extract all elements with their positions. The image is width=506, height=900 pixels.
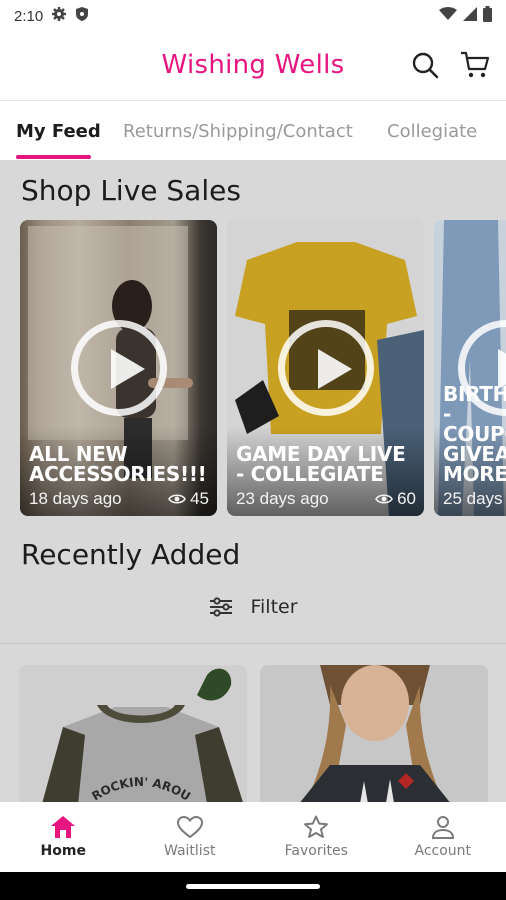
home-gesture-handle[interactable]: [186, 884, 320, 889]
cart-button[interactable]: [460, 50, 490, 80]
sliders-icon: [210, 597, 233, 617]
status-time: 2:10: [14, 7, 44, 25]
shield-icon: [75, 6, 89, 26]
recently-added-heading: Recently Added: [21, 538, 241, 571]
live-sale-age: 23 days ago: [236, 489, 329, 508]
divider: [0, 643, 506, 644]
nav-favorites-label: Favorites: [284, 843, 348, 859]
cart-icon: [461, 51, 490, 78]
product-image: [260, 665, 488, 802]
live-sale-views: 60: [397, 489, 416, 508]
live-sale-card[interactable]: BIRTHD - Coupo Giveaw More! 25 days: [434, 220, 506, 516]
nav-account[interactable]: Account: [380, 802, 506, 872]
live-sale-age: 25 days: [443, 489, 503, 508]
status-bar: 2:10: [0, 0, 506, 32]
nav-account-label: Account: [414, 843, 472, 859]
app-header: Wishing Wells: [0, 32, 506, 100]
search-icon: [412, 52, 439, 79]
nav-favorites[interactable]: Favorites: [253, 802, 380, 872]
live-sale-card[interactable]: GAME DAY LIVE - COLLEGIATE 23 days ago 6…: [227, 220, 424, 516]
eye-icon: [375, 494, 394, 504]
signal-icon: [463, 7, 477, 25]
filter-button[interactable]: Filter: [0, 585, 506, 629]
home-icon: [51, 816, 76, 838]
search-button[interactable]: [410, 50, 440, 80]
nav-waitlist-label: Waitlist: [164, 843, 216, 859]
battery-icon: [483, 6, 492, 26]
feed-content: Shop Live Sales ALL NEW ACCESSORIES!!! 1…: [0, 160, 506, 802]
system-gesture-bar: [0, 872, 506, 900]
bottom-nav: Home Waitlist Favorites Account: [0, 802, 506, 872]
product-card[interactable]: [260, 665, 488, 802]
wifi-icon: [439, 7, 457, 25]
heart-icon: [176, 815, 203, 839]
tab-collegiate[interactable]: Collegiate: [387, 121, 477, 142]
star-icon: [304, 815, 329, 838]
feed-tabs: My Feed Returns/Shipping/Contact Collegi…: [0, 100, 506, 160]
active-tab-indicator: [16, 155, 91, 159]
nav-home-label: Home: [40, 843, 86, 859]
filter-label: Filter: [250, 596, 298, 618]
nav-waitlist[interactable]: Waitlist: [127, 802, 254, 872]
live-sale-title: BIRTHD - Coupo Giveaw More!: [443, 382, 506, 486]
live-sale-card[interactable]: ALL NEW ACCESSORIES!!! 18 days ago 45: [20, 220, 217, 516]
eye-icon: [168, 494, 187, 504]
live-sale-title: ALL NEW ACCESSORIES!!!: [29, 442, 207, 486]
play-icon: [277, 320, 374, 416]
live-sale-age: 18 days ago: [29, 489, 122, 508]
live-sale-title: GAME DAY LIVE - COLLEGIATE: [236, 442, 406, 486]
product-print-text: ROCKIN' AROUND: [19, 665, 193, 802]
tab-my-feed[interactable]: My Feed: [16, 121, 101, 142]
product-card[interactable]: ROCKIN' AROUND: [19, 665, 247, 802]
nav-home[interactable]: Home: [0, 802, 127, 872]
play-icon: [70, 320, 167, 416]
gear-icon: [51, 6, 67, 26]
live-sales-heading: Shop Live Sales: [21, 174, 241, 207]
tab-returns-shipping-contact[interactable]: Returns/Shipping/Contact: [123, 121, 353, 142]
live-sale-views: 45: [190, 489, 209, 508]
person-icon: [431, 816, 454, 839]
